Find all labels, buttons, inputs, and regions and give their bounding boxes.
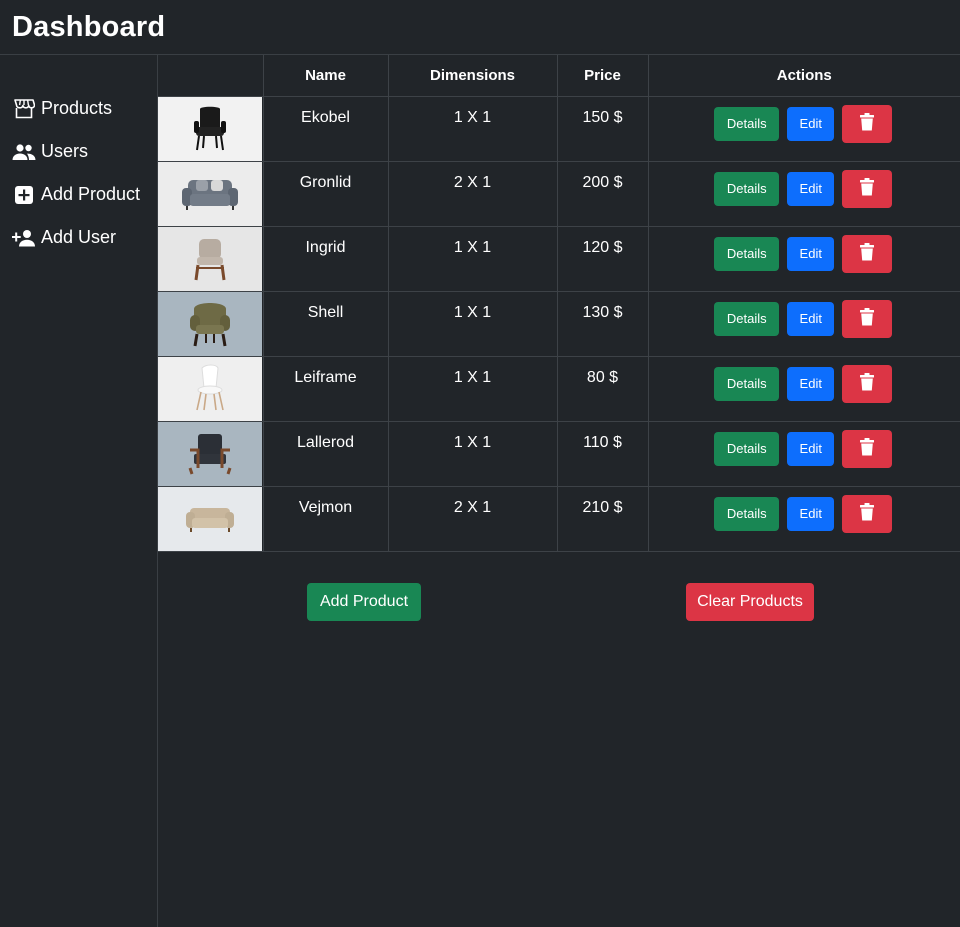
product-dimensions: 1 X 1 <box>388 96 558 162</box>
sidebar-item-label: Products <box>41 98 113 118</box>
trash-icon <box>860 373 875 394</box>
sidebar: Products Users Add Product Add User <box>0 55 158 927</box>
table-row: Leiframe 1 X 1 80 $ Details Edit <box>158 356 960 422</box>
store-icon <box>12 97 36 121</box>
product-name: Vejmon <box>263 486 389 552</box>
details-button[interactable]: Details <box>714 301 780 336</box>
trash-icon <box>860 113 875 134</box>
product-image <box>158 226 262 291</box>
product-price: 150 $ <box>557 96 649 162</box>
details-button[interactable]: Details <box>714 171 780 206</box>
table-row: Ingrid 1 X 1 120 $ Details Edit <box>158 226 960 292</box>
delete-button[interactable] <box>842 234 893 273</box>
product-image <box>158 161 262 226</box>
product-name: Ingrid <box>263 226 389 292</box>
sidebar-item-label: Add Product <box>41 184 141 204</box>
trash-icon <box>860 178 875 199</box>
product-price: 80 $ <box>557 356 649 422</box>
add-product-button[interactable]: Add Product <box>307 583 421 621</box>
product-image <box>158 486 262 551</box>
user-plus-icon <box>12 226 36 250</box>
trash-icon <box>860 308 875 329</box>
product-dimensions: 1 X 1 <box>388 421 558 487</box>
app-header: Dashboard <box>0 0 960 55</box>
edit-button[interactable]: Edit <box>787 496 835 531</box>
product-image <box>158 291 262 356</box>
edit-button[interactable]: Edit <box>787 236 835 271</box>
delete-button[interactable] <box>842 494 893 533</box>
details-button[interactable]: Details <box>714 366 780 401</box>
product-name: Leiframe <box>263 356 389 422</box>
column-header-image <box>158 55 264 97</box>
column-header-actions: Actions <box>648 55 960 97</box>
product-price: 120 $ <box>557 226 649 292</box>
products-table: Name Dimensions Price Actions Ekobel 1 X… <box>158 55 960 552</box>
product-price: 200 $ <box>557 161 649 227</box>
edit-button[interactable]: Edit <box>787 366 835 401</box>
table-header-row: Name Dimensions Price Actions <box>158 55 960 97</box>
delete-button[interactable] <box>842 299 893 338</box>
product-dimensions: 1 X 1 <box>388 291 558 357</box>
trash-icon <box>860 503 875 524</box>
main-content: Name Dimensions Price Actions Ekobel 1 X… <box>158 55 960 927</box>
product-name: Lallerod <box>263 421 389 487</box>
details-button[interactable]: Details <box>714 236 780 271</box>
delete-button[interactable] <box>842 429 893 468</box>
sidebar-item-add-product[interactable]: Add Product <box>0 173 157 216</box>
plus-square-icon <box>12 183 36 207</box>
delete-button[interactable] <box>842 364 893 403</box>
table-row: Lallerod 1 X 1 110 $ Details Edit <box>158 421 960 487</box>
clear-products-button[interactable]: Clear Products <box>686 583 814 621</box>
product-dimensions: 1 X 1 <box>388 226 558 292</box>
column-header-dimensions: Dimensions <box>388 55 558 97</box>
product-name: Ekobel <box>263 96 389 162</box>
product-image <box>158 96 262 161</box>
details-button[interactable]: Details <box>714 496 780 531</box>
edit-button[interactable]: Edit <box>787 106 835 141</box>
product-price: 210 $ <box>557 486 649 552</box>
edit-button[interactable]: Edit <box>787 301 835 336</box>
page-title: Dashboard <box>12 10 166 43</box>
table-row: Vejmon 2 X 1 210 $ Details Edit <box>158 486 960 552</box>
column-header-name: Name <box>263 55 389 97</box>
sidebar-item-users[interactable]: Users <box>0 130 157 173</box>
table-row: Ekobel 1 X 1 150 $ Details Edit <box>158 96 960 162</box>
product-image <box>158 356 262 421</box>
product-price: 110 $ <box>557 421 649 487</box>
product-price: 130 $ <box>557 291 649 357</box>
sidebar-item-label: Users <box>41 141 89 161</box>
product-name: Gronlid <box>263 161 389 227</box>
product-dimensions: 1 X 1 <box>388 356 558 422</box>
sidebar-item-add-user[interactable]: Add User <box>0 216 157 259</box>
edit-button[interactable]: Edit <box>787 431 835 466</box>
trash-icon <box>860 438 875 459</box>
trash-icon <box>860 243 875 264</box>
table-row: Shell 1 X 1 130 $ Details Edit <box>158 291 960 357</box>
table-row: Gronlid 2 X 1 200 $ Details Edit <box>158 161 960 227</box>
product-image <box>158 421 262 486</box>
edit-button[interactable]: Edit <box>787 171 835 206</box>
product-dimensions: 2 X 1 <box>388 486 558 552</box>
delete-button[interactable] <box>842 169 893 208</box>
delete-button[interactable] <box>842 104 893 143</box>
product-dimensions: 2 X 1 <box>388 161 558 227</box>
product-name: Shell <box>263 291 389 357</box>
details-button[interactable]: Details <box>714 106 780 141</box>
sidebar-item-products[interactable]: Products <box>0 87 157 130</box>
users-icon <box>12 140 36 164</box>
details-button[interactable]: Details <box>714 431 780 466</box>
sidebar-item-label: Add User <box>41 227 117 247</box>
column-header-price: Price <box>557 55 649 97</box>
